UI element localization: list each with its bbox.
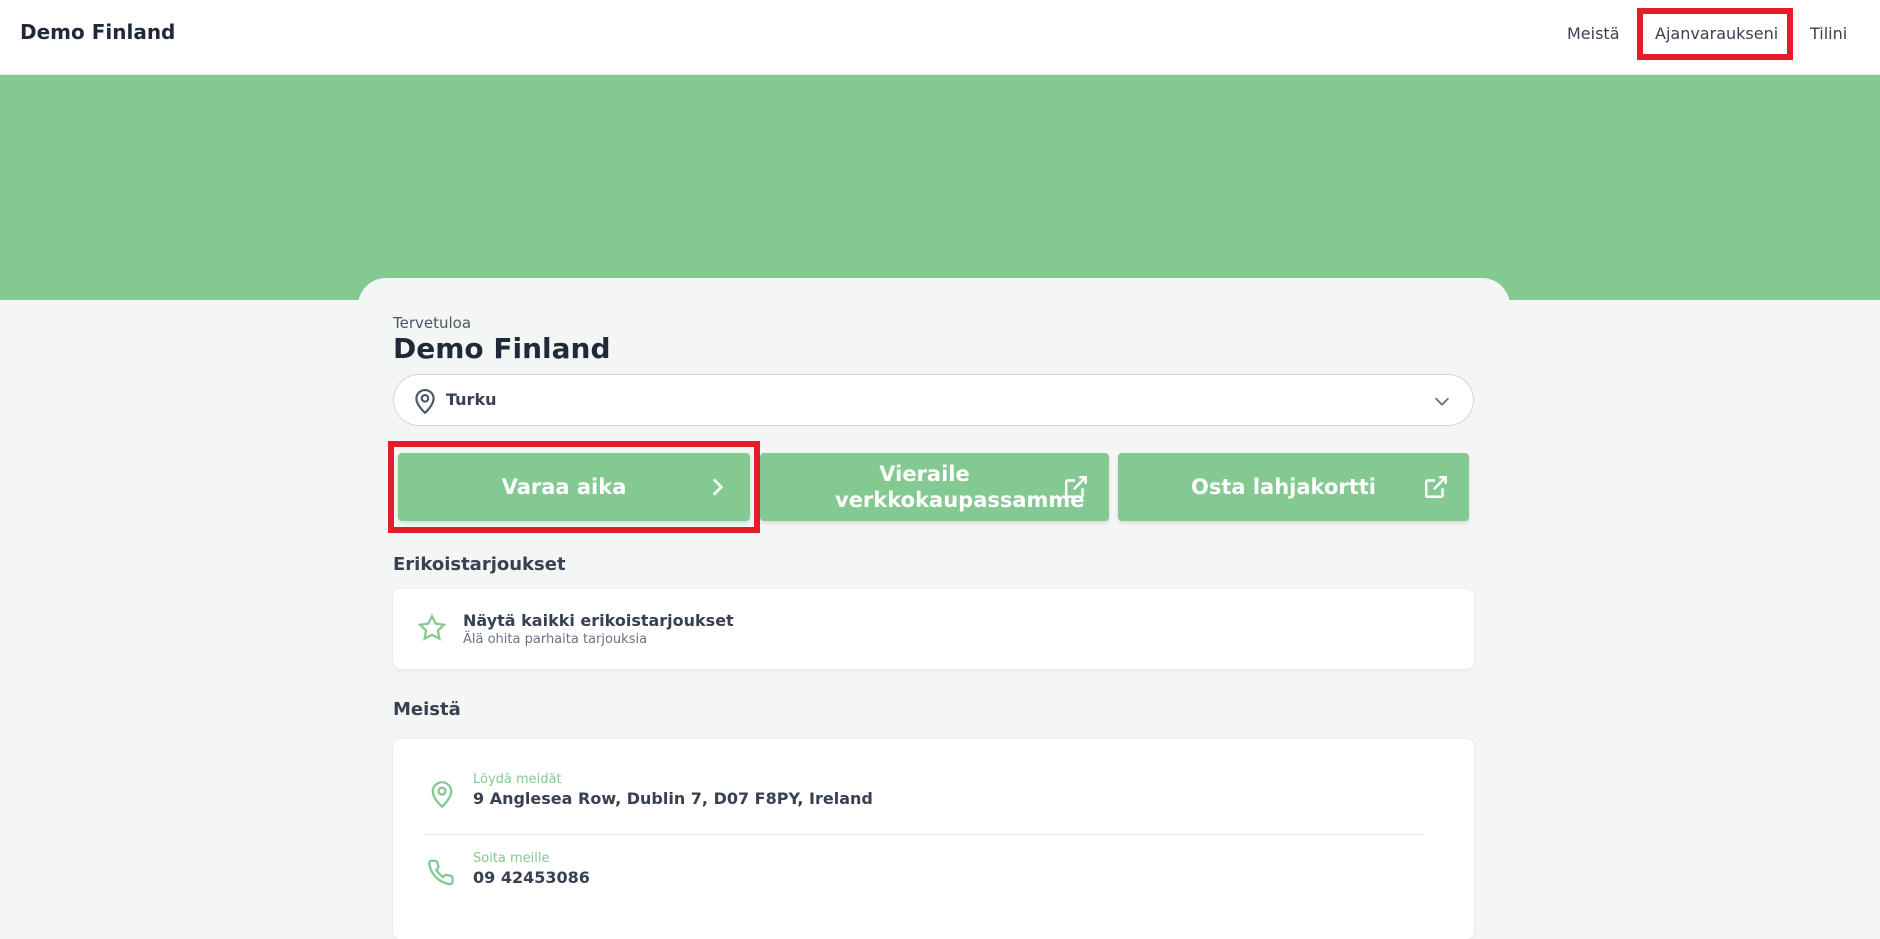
buy-giftcard-label: Osta lahjakortti — [1190, 475, 1377, 499]
location-select[interactable]: Turku — [393, 374, 1474, 426]
brand-logo-text[interactable]: Demo Finland — [20, 20, 175, 44]
nav-link-tilini[interactable]: Tilini — [1810, 24, 1847, 43]
map-pin-icon — [415, 388, 435, 415]
visit-webshop-button[interactable]: Vieraile verkkokaupassamme — [760, 453, 1109, 521]
phone-label: Soita meille — [473, 851, 550, 866]
address-label: Löydä meidät — [473, 772, 562, 787]
divider — [426, 834, 1422, 835]
offers-card[interactable]: Näytä kaikki erikoistarjoukset Älä ohita… — [393, 589, 1474, 669]
location-value: Turku — [446, 390, 497, 409]
about-section-title: Meistä — [393, 699, 461, 720]
external-link-icon — [1065, 476, 1087, 498]
map-pin-icon — [431, 781, 453, 809]
offers-subtitle: Älä ohita parhaita tarjouksia — [463, 632, 648, 647]
about-card: Löydä meidät 9 Anglesea Row, Dublin 7, D… — [393, 739, 1474, 939]
page-title: Demo Finland — [393, 332, 611, 365]
star-icon — [417, 613, 447, 641]
visit-webshop-label: Vieraile verkkokaupassamme — [835, 462, 1085, 512]
offers-title: Näytä kaikki erikoistarjoukset — [463, 611, 734, 630]
buy-giftcard-button[interactable]: Osta lahjakortti — [1118, 453, 1469, 521]
top-navbar: Demo Finland Meistä Ajanvaraukseni Tilin… — [0, 0, 1880, 75]
book-appointment-button[interactable]: Varaa aika — [398, 453, 750, 521]
nav-link-ajanvaraukseni[interactable]: Ajanvaraukseni — [1655, 24, 1778, 43]
hero-banner — [0, 75, 1880, 300]
address-value[interactable]: 9 Anglesea Row, Dublin 7, D07 F8PY, Irel… — [473, 789, 873, 808]
book-appointment-label: Varaa aika — [501, 475, 627, 499]
welcome-text: Tervetuloa — [393, 314, 472, 332]
phone-icon — [428, 859, 454, 886]
external-link-icon — [1425, 476, 1447, 498]
nav-link-meista[interactable]: Meistä — [1567, 24, 1620, 43]
chevron-down-icon — [1434, 397, 1450, 406]
phone-value[interactable]: 09 42453086 — [473, 868, 590, 887]
chevron-right-icon — [712, 478, 724, 496]
offers-section-title: Erikoistarjoukset — [393, 554, 566, 575]
